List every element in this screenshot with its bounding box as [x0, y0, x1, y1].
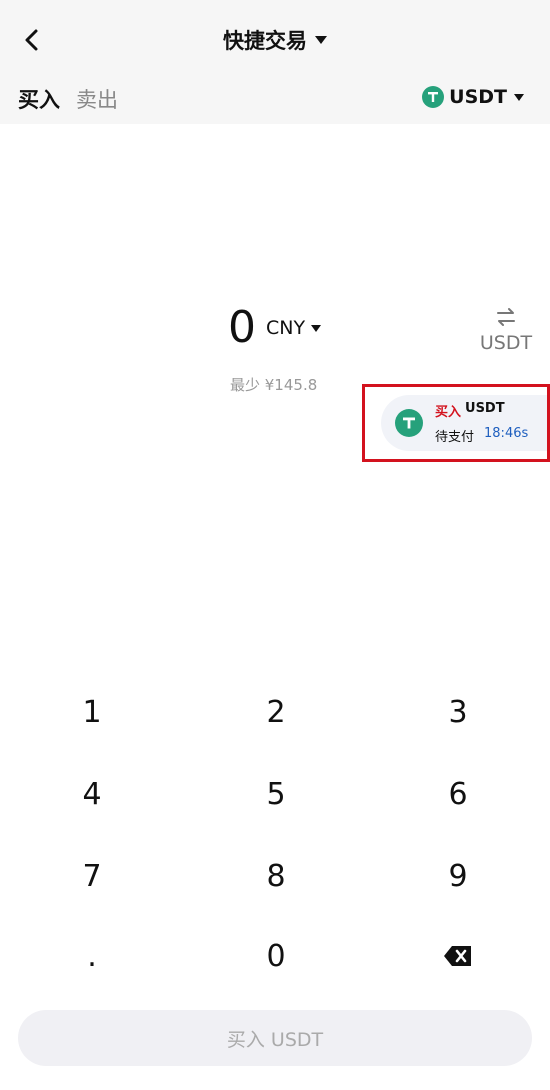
trade-tabs: 买入 卖出 — [18, 84, 118, 132]
key-decimal[interactable]: . — [52, 926, 132, 986]
amount-value: 0 — [228, 302, 256, 353]
title-dropdown[interactable]: 快捷交易 — [0, 24, 550, 56]
buy-usdt-button[interactable]: 买入 USDT — [18, 1010, 532, 1066]
chevron-down-icon — [514, 93, 524, 101]
key-1[interactable]: 1 — [52, 682, 132, 742]
order-coin-label: USDT — [465, 401, 505, 416]
order-side-label: 买入 — [435, 405, 462, 420]
currency-label: CNY — [266, 317, 306, 339]
key-7[interactable]: 7 — [52, 846, 132, 906]
key-8[interactable]: 8 — [236, 846, 316, 906]
key-3[interactable]: 3 — [418, 682, 498, 742]
backspace-icon — [444, 946, 471, 966]
pending-order-toast[interactable]: 买入 USDT 待支付 18:46s — [362, 384, 550, 462]
key-6[interactable]: 6 — [418, 764, 498, 824]
tab-buy[interactable]: 买入 — [18, 84, 60, 132]
swap-label: USDT — [479, 332, 533, 354]
min-amount-hint: 最少 ¥145.8 — [230, 376, 318, 394]
key-9[interactable]: 9 — [418, 846, 498, 906]
tether-icon — [395, 409, 423, 437]
chevron-down-icon — [315, 36, 327, 44]
key-4[interactable]: 4 — [52, 764, 132, 824]
header-area: 快捷交易 买入 卖出 USDT — [0, 0, 550, 132]
pending-order-pill[interactable]: 买入 USDT 待支付 18:46s — [381, 395, 547, 451]
chevron-down-icon — [311, 324, 322, 332]
key-5[interactable]: 5 — [236, 764, 316, 824]
page-title: 快捷交易 — [223, 29, 307, 53]
delete-key[interactable] — [418, 926, 498, 986]
tab-sell[interactable]: 卖出 — [76, 84, 118, 114]
key-0[interactable]: 0 — [236, 926, 316, 986]
swap-icon — [497, 308, 515, 326]
coin-selector[interactable]: USDT — [422, 86, 524, 108]
coin-label: USDT — [449, 86, 507, 108]
order-status: 待支付 — [435, 430, 475, 445]
currency-selector[interactable]: CNY — [266, 317, 322, 339]
order-timer: 18:46s — [484, 426, 529, 441]
swap-unit-button[interactable]: USDT — [478, 306, 534, 354]
amount-display: 0 CNY — [228, 302, 322, 353]
tether-icon — [422, 86, 445, 108]
key-2[interactable]: 2 — [236, 682, 316, 742]
